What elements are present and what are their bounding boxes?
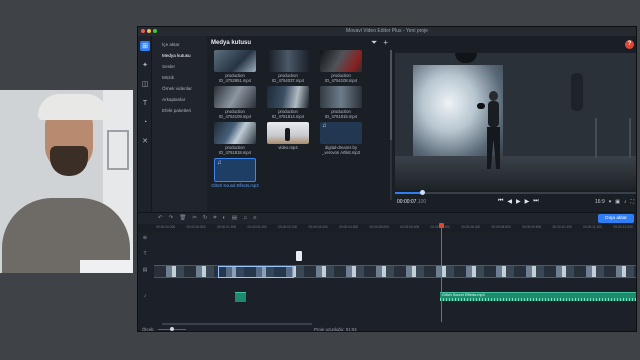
app-window: Movavi Video Editor Plus - Yeni proje ⊞ …	[137, 26, 637, 332]
import-icon[interactable]: ⊞	[140, 41, 150, 51]
fullscreen-icon[interactable]: ⛶	[630, 199, 634, 205]
category-sample-videos[interactable]: Örnek videolar	[152, 83, 207, 94]
color-icon[interactable]: ◐	[223, 215, 226, 222]
category-sounds[interactable]: Sesler	[152, 61, 207, 72]
video-track[interactable]	[154, 265, 636, 278]
audio-track-icon: ♪	[143, 293, 147, 299]
media-bin-panel: Medya kutusu ⏷ + production ID_4753951.m…	[207, 36, 394, 212]
title-clip[interactable]	[296, 251, 302, 261]
ruler-tick: 00:00:04.000	[308, 225, 328, 229]
undo-icon[interactable]: ↶	[158, 215, 163, 222]
media-item[interactable]: production ID_4753951.mp4	[211, 50, 259, 83]
ruler-tick: 00:00:06.400	[400, 225, 420, 229]
video-preview	[395, 53, 636, 190]
scale-label: Ölçek:	[142, 327, 155, 332]
help-icon[interactable]: ?	[625, 40, 634, 49]
media-item-selected[interactable]: ♫ Glitch Sound Effects.mp3	[211, 158, 259, 188]
video-track-icon: ▤	[142, 267, 148, 273]
delete-icon[interactable]: 🗑	[179, 215, 186, 222]
ruler-tick: 00:00:01.600	[217, 225, 237, 229]
media-scrollbar[interactable]	[390, 50, 392, 200]
presenter-beard	[50, 146, 88, 176]
music-note-icon: ♫	[322, 123, 327, 129]
aspect-select[interactable]: 16:9	[595, 199, 605, 205]
category-backgrounds[interactable]: Arkaplanlar	[152, 94, 207, 105]
media-item[interactable]: production ID_4754037.mp4	[264, 50, 312, 83]
preview-panel: ? 00:00:07.100 ⏮ ◀ ▶ ▶ ⏭ 16:9 ▾ ▣ ♪ ⛶	[394, 36, 636, 212]
ruler-tick: 00:00:04.800	[339, 225, 359, 229]
tool-strip: ⊞ ✦ ◫ T ◔ ✕	[138, 36, 152, 212]
properties-icon[interactable]: ≡	[253, 215, 256, 222]
sound-clip[interactable]	[235, 292, 246, 302]
ruler-tick: 00:00:02.400	[247, 225, 267, 229]
category-effect-packs[interactable]: Efekt paketleri	[152, 105, 207, 116]
prev-frame-icon[interactable]: ◀	[507, 198, 512, 205]
add-icon[interactable]: +	[383, 38, 388, 48]
window-title: Movavi Video Editor Plus - Yeni proje	[346, 28, 428, 34]
magic-wand-icon[interactable]: ✦	[140, 60, 150, 70]
timeline-panel: ↶ ↷ 🗑 ✂ ↻ ⌗ ◐ ▤ ♫ ≡ Dışa aktar 00:00:00.…	[138, 212, 636, 332]
transitions-icon[interactable]: ◫	[140, 79, 150, 89]
next-frame-icon[interactable]: ▶	[525, 198, 530, 205]
presenter-cap	[38, 94, 108, 120]
media-item[interactable]: production ID_4761815.mp4	[317, 86, 365, 119]
ruler-tick: 00:00:08.800	[491, 225, 511, 229]
media-item[interactable]: ♫ digital-dreams by _verovon Artlist.mp3	[317, 122, 365, 155]
project-duration: Proje uzunluğu: 01:04	[314, 327, 357, 332]
desk	[80, 260, 133, 273]
media-bin-title: Medya kutusu	[211, 40, 252, 46]
crop-icon[interactable]: ⌗	[213, 215, 216, 222]
ruler-tick: 00:00:09.600	[522, 225, 542, 229]
add-track-icon[interactable]: ⊕	[138, 235, 152, 241]
skip-start-icon[interactable]: ⏮	[498, 198, 503, 205]
ruler-tick: 00:00:00.000	[156, 225, 176, 229]
ruler-tick: 00:00:03.200	[278, 225, 298, 229]
audio-clip[interactable]: Glitch Sound Effects.mp3	[440, 292, 636, 301]
zoom-slider[interactable]	[158, 327, 186, 331]
category-media-bin[interactable]: Medya kutusu	[152, 50, 207, 61]
snapshot-icon[interactable]: ▣	[615, 199, 620, 205]
chevron-down-icon[interactable]: ▾	[609, 199, 612, 205]
playhead[interactable]	[439, 223, 444, 322]
filter-icon[interactable]: ⏷	[371, 38, 377, 48]
media-item[interactable]: production ID_4754109.mp4	[211, 86, 259, 119]
preview-progress[interactable]	[395, 190, 636, 195]
ruler-tick: 00:00:08.000	[461, 225, 481, 229]
ruler-tick: 00:00:10.400	[552, 225, 572, 229]
boxer-figure	[477, 91, 505, 171]
ruler-tick: 00:00:05.600	[369, 225, 389, 229]
audio-icon[interactable]: ♫	[243, 215, 247, 222]
music-note-icon: ♫	[217, 160, 222, 166]
rotate-icon[interactable]: ↻	[203, 215, 208, 222]
title-track-icon: T	[143, 251, 147, 257]
media-item[interactable]: production ID_4761814.mp4	[264, 86, 312, 119]
timeline-ruler[interactable]: 00:00:00.000 00:00:00.800 00:00:01.600 00:0…	[138, 224, 636, 233]
ruler-tick: 00:00:12.000	[613, 225, 633, 229]
media-item[interactable]: production ID_4754108.mp4	[317, 50, 365, 83]
category-music[interactable]: Müzik	[152, 72, 207, 83]
media-item[interactable]: production ID_4761818.mp4	[211, 122, 259, 155]
redo-icon[interactable]: ↷	[169, 215, 174, 222]
pip-icon[interactable]: ▤	[232, 215, 237, 222]
timecode: 00:00:07.100	[397, 199, 427, 205]
selected-video-clip[interactable]	[218, 266, 294, 278]
ruler-tick: 00:00:11.200	[583, 225, 603, 229]
cut-icon[interactable]: ✂	[192, 215, 197, 222]
titles-icon[interactable]: T	[140, 98, 150, 108]
wall-frame	[107, 130, 129, 170]
ruler-tick: 00:00:00.800	[186, 225, 206, 229]
skip-end-icon[interactable]: ⏭	[533, 198, 538, 205]
play-icon[interactable]: ▶	[516, 198, 521, 205]
title-bar: Movavi Video Editor Plus - Yeni proje	[138, 27, 636, 36]
stickers-icon[interactable]: ◔	[140, 117, 150, 127]
timeline-scrollbar[interactable]	[162, 323, 312, 325]
tools-icon[interactable]: ✕	[140, 136, 150, 146]
volume-icon[interactable]: ♪	[624, 199, 627, 205]
category-list: İçe aktar Medya kutusu Sesler Müzik Örne…	[152, 36, 207, 212]
export-button[interactable]: Dışa aktar	[598, 214, 634, 223]
category-import[interactable]: İçe aktar	[152, 39, 207, 50]
webcam-overlay	[0, 90, 133, 273]
media-item[interactable]: video.mp4	[264, 122, 312, 155]
